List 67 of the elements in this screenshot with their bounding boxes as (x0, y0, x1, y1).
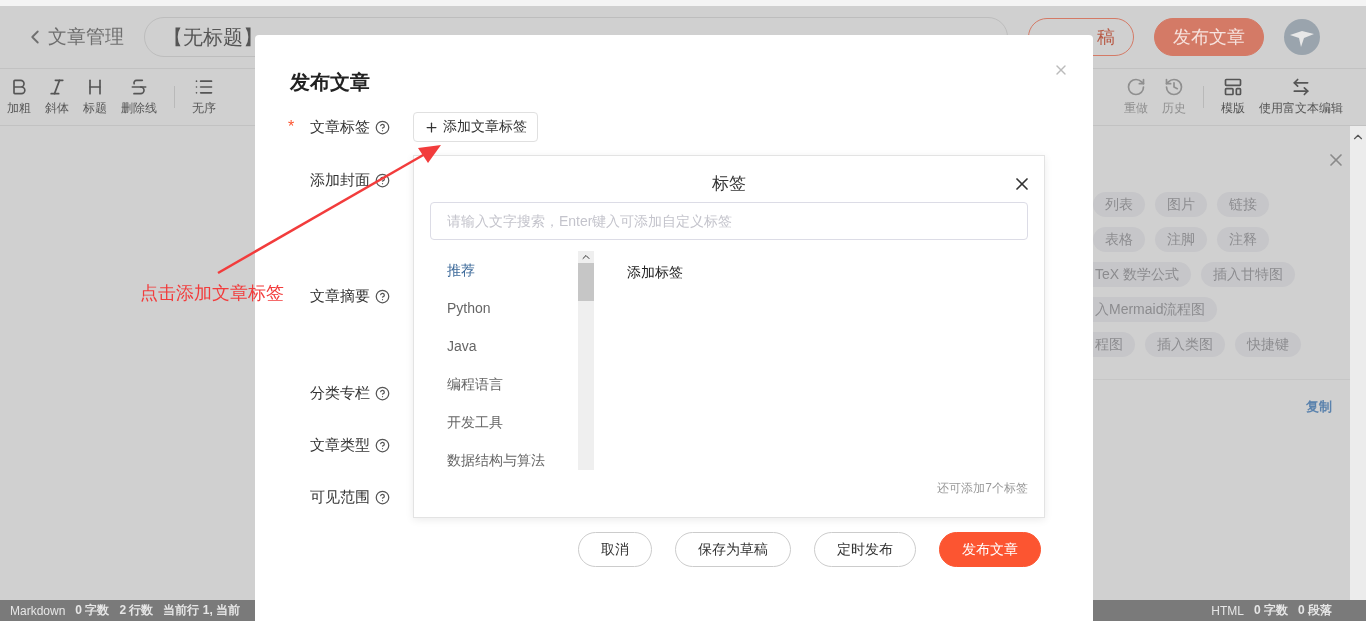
status-text: Markdown (10, 603, 66, 618)
help-icon[interactable] (375, 489, 390, 505)
category-item[interactable]: 数据结构与算法 (447, 451, 578, 470)
syntax-chip[interactable]: 插入甘特图 (1201, 262, 1295, 287)
field-label: 文章摘要 (310, 286, 370, 306)
syntax-chip[interactable]: 快捷键 (1235, 332, 1301, 357)
toolbar-button[interactable]: 加粗 (0, 77, 38, 117)
dialog-button[interactable]: 定时发布 (814, 532, 916, 567)
dialog-button[interactable]: 取消 (578, 532, 652, 567)
field-label: 可见范围 (310, 487, 370, 507)
toolbar-button[interactable]: 删除线 (114, 77, 164, 117)
help-icon[interactable] (375, 288, 390, 304)
dialog-button[interactable]: 发布文章 (939, 532, 1041, 567)
status-text: 0 字数 (1253, 602, 1288, 619)
status-text: 当前行 1, 当前 (163, 602, 241, 619)
field-label: 文章标签 (310, 117, 370, 137)
history-icon (1164, 77, 1184, 97)
switch-icon (1291, 77, 1311, 97)
syntax-chip[interactable]: 列表 (1093, 192, 1145, 217)
field-label: 分类专栏 (310, 383, 370, 403)
category-item[interactable]: 编程语言 (447, 375, 578, 394)
category-item[interactable]: Java (447, 337, 578, 356)
scrollbar[interactable] (1350, 126, 1366, 600)
tag-search-field[interactable]: 请输入文字搜索，Enter键入可添加自定义标签 (430, 202, 1028, 240)
scrollbar[interactable] (578, 251, 594, 470)
required-mark: * (288, 118, 295, 136)
syntax-chip[interactable]: 入Mermaid流程图 (1093, 297, 1218, 322)
publish-button[interactable]: 发布文章 (1154, 18, 1264, 56)
dialog-button[interactable]: 保存为草稿 (675, 532, 791, 567)
scroll-thumb[interactable] (578, 263, 594, 301)
category-item[interactable]: 开发工具 (447, 413, 578, 432)
status-text: HTML (1211, 603, 1244, 618)
category-item[interactable]: Python (447, 299, 578, 318)
popup-title: 标签 (712, 174, 746, 193)
syntax-chip[interactable]: 图片 (1155, 192, 1207, 217)
toolbar-button[interactable]: 无序 (185, 77, 223, 117)
status-text: 0 字数 (75, 602, 110, 619)
redo-icon (1126, 77, 1146, 97)
help-icon[interactable] (375, 385, 390, 401)
help-icon[interactable] (375, 437, 390, 453)
strike-icon (129, 77, 149, 97)
field-label: 文章类型 (310, 435, 370, 455)
help-icon[interactable] (375, 119, 390, 135)
toolbar-button[interactable]: 标题 (76, 77, 114, 117)
syntax-chip[interactable]: 插入类图 (1145, 332, 1225, 357)
annotation-text: 点击添加文章标签 (140, 282, 284, 305)
status-text: 0 段落 (1298, 602, 1332, 619)
help-icon[interactable] (375, 172, 390, 188)
template-icon (1223, 77, 1243, 97)
list-icon (194, 77, 214, 97)
content-title: 添加标签 (627, 264, 683, 280)
status-text: 2 行数 (119, 602, 154, 619)
syntax-chip[interactable]: 表格 (1093, 227, 1145, 252)
toolbar-button[interactable]: 斜体 (38, 77, 76, 117)
back-link[interactable]: 文章管理 (24, 24, 124, 50)
add-tag-button[interactable]: 添加文章标签 (413, 112, 538, 142)
italic-icon (47, 77, 67, 97)
toolbar-button[interactable]: 使用富文本编辑 (1252, 77, 1350, 117)
plus-icon (424, 119, 439, 135)
syntax-chip[interactable]: 链接 (1217, 192, 1269, 217)
dialog-title: 发布文章 (290, 70, 371, 95)
category-item[interactable]: 推荐 (447, 261, 578, 280)
field-label: 添加封面 (310, 170, 370, 190)
copy-link[interactable]: 复制 (1306, 398, 1332, 416)
remaining-count: 还可添加7个标签 (937, 480, 1028, 497)
toolbar-button[interactable]: 模版 (1214, 77, 1252, 117)
syntax-chip[interactable]: 程图 (1093, 332, 1135, 357)
